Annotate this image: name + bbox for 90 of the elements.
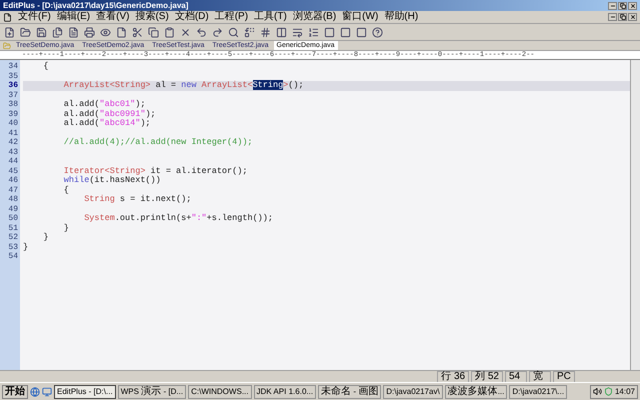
code-line: { bbox=[62, 186, 70, 195]
line-number: 41 bbox=[7, 128, 19, 138]
line-number: 47 bbox=[7, 186, 19, 195]
menu-item[interactable]: 搜索(S) bbox=[135, 12, 169, 22]
menu-item[interactable]: 编辑(E) bbox=[56, 12, 90, 22]
line-number: 40 bbox=[7, 119, 19, 128]
code-line: String s = it.next(); bbox=[83, 195, 192, 204]
code-line: { bbox=[42, 62, 50, 72]
line-number: 34 bbox=[7, 62, 19, 72]
speaker-icon[interactable] bbox=[592, 387, 602, 396]
code-line: System.out.println(s+":"+s.length()); bbox=[83, 214, 274, 224]
print-icon[interactable] bbox=[83, 26, 96, 38]
line-number: 38 bbox=[7, 100, 19, 110]
redo-icon[interactable] bbox=[211, 26, 224, 38]
taskbar-button[interactable]: D:\java0217av\ bbox=[383, 384, 443, 398]
cut-icon[interactable] bbox=[131, 26, 144, 38]
open-folder-icon[interactable] bbox=[19, 26, 32, 38]
code-line: } bbox=[42, 233, 50, 242]
scrollbar[interactable] bbox=[630, 60, 640, 370]
menu-item[interactable]: 窗口(W) bbox=[342, 12, 378, 22]
help-icon[interactable] bbox=[371, 26, 384, 38]
list-icon[interactable] bbox=[307, 26, 320, 38]
code-line: al.add("abc0991"); bbox=[62, 110, 157, 118]
line-number: 53 bbox=[7, 242, 19, 252]
close-icon bbox=[630, 14, 636, 20]
line-number-icon[interactable] bbox=[259, 26, 272, 38]
line-number: 37 bbox=[7, 90, 19, 100]
search-icon[interactable] bbox=[227, 26, 240, 38]
line-number: 51 bbox=[7, 224, 19, 233]
page-icon[interactable] bbox=[115, 26, 128, 38]
restore-button[interactable] bbox=[618, 13, 627, 21]
columns-icon[interactable] bbox=[275, 26, 288, 38]
line-number: 45 bbox=[7, 166, 19, 176]
save-all-icon[interactable] bbox=[51, 26, 64, 38]
document-icon bbox=[3, 12, 12, 22]
replace-icon[interactable] bbox=[243, 26, 256, 38]
line-number: 43 bbox=[7, 148, 19, 157]
menu-item[interactable]: 帮助(H) bbox=[384, 12, 418, 22]
document-icon[interactable] bbox=[67, 26, 80, 38]
taskbar-button[interactable]: 凌波多媒体... bbox=[444, 384, 508, 398]
line-number: 50 bbox=[7, 214, 19, 224]
minimize-button[interactable] bbox=[608, 13, 617, 21]
menu-item[interactable]: 文档(D) bbox=[174, 12, 209, 22]
taskbar-button[interactable]: C:\WINDOWS... bbox=[188, 384, 252, 398]
code-line: al.add("abc014"); bbox=[62, 119, 151, 128]
paste-icon[interactable] bbox=[163, 26, 176, 38]
code-line: } bbox=[23, 242, 30, 252]
line-number: 35 bbox=[7, 72, 19, 81]
menu-item[interactable]: 工程(P) bbox=[214, 12, 248, 22]
code-line: Iterator<String> it = al.iterator(); bbox=[62, 166, 248, 176]
code-line: while(it.hasNext()) bbox=[62, 176, 162, 186]
menu-item[interactable]: 查看(V) bbox=[96, 12, 130, 22]
undo-icon[interactable] bbox=[195, 26, 208, 38]
code-line: //al.add(4);//al.add(new Integer(4)); bbox=[62, 138, 254, 148]
taskbar-button[interactable]: WPS 演示 - [D... bbox=[118, 384, 186, 398]
close-icon bbox=[630, 2, 636, 8]
line-number: 52 bbox=[7, 233, 19, 242]
code-line: } bbox=[62, 224, 70, 233]
clock: 14:07 bbox=[614, 388, 635, 396]
desktop-icon[interactable] bbox=[42, 386, 52, 396]
taskbar-button[interactable]: 未命名 - 画图 bbox=[318, 384, 382, 398]
menu-item[interactable]: 工具(T) bbox=[254, 12, 287, 22]
copy-icon[interactable] bbox=[147, 26, 160, 38]
window-title: EditPlus - [D:\java0217\day15\GenericDemo.java] bbox=[3, 2, 188, 10]
line-number: 48 bbox=[7, 195, 19, 204]
taskbar-button[interactable]: EditPlus - [D:\... bbox=[54, 384, 116, 398]
close-button[interactable] bbox=[628, 2, 637, 10]
line-number: 42 bbox=[7, 138, 19, 148]
line-number: 46 bbox=[7, 176, 19, 186]
line-number: 39 bbox=[7, 110, 19, 119]
code-line: al.add("abc01"); bbox=[62, 100, 146, 110]
restore-icon bbox=[620, 14, 626, 20]
line-number: 44 bbox=[7, 157, 19, 166]
taskbar-button[interactable]: D:\java0217\... bbox=[509, 384, 568, 398]
line-number: 54 bbox=[7, 252, 19, 262]
line-number: 49 bbox=[7, 204, 19, 214]
start-button[interactable]: 开始 bbox=[2, 384, 28, 398]
folder-icon bbox=[3, 42, 11, 50]
menu-item[interactable]: 文件(F) bbox=[18, 12, 51, 22]
browser-icon[interactable] bbox=[30, 386, 40, 396]
taskbar-button[interactable]: JDK API 1.6.0... bbox=[254, 384, 316, 398]
menu-item[interactable]: 浏览器(B) bbox=[292, 12, 336, 22]
new-file-icon[interactable] bbox=[3, 26, 16, 38]
line-number: 36 bbox=[7, 81, 19, 90]
window-icon[interactable] bbox=[323, 26, 336, 38]
save-icon[interactable] bbox=[35, 26, 48, 38]
close-button[interactable] bbox=[628, 13, 637, 21]
restore-button[interactable] bbox=[618, 2, 627, 10]
restore-icon bbox=[620, 2, 626, 8]
minimize-button[interactable] bbox=[608, 2, 617, 10]
